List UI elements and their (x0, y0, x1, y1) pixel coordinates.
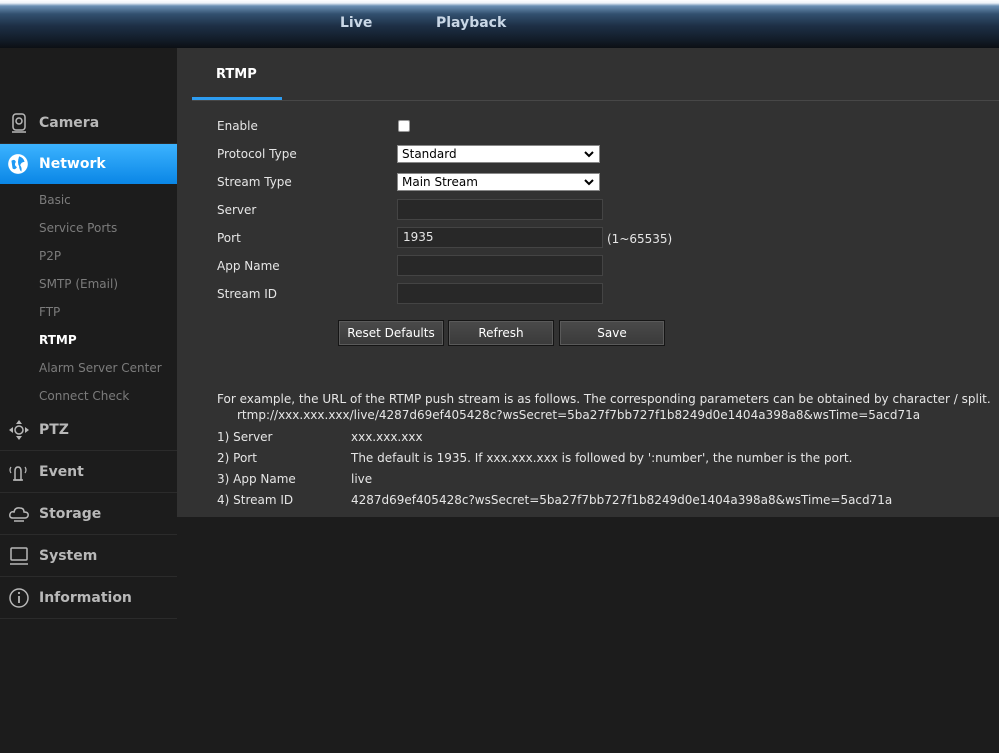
sidebar-item-event[interactable]: Event (0, 451, 177, 493)
note-key: 2) Port (217, 451, 257, 465)
reset-defaults-button[interactable]: Reset Defaults (338, 320, 444, 346)
sidebar-item-system[interactable]: System (0, 535, 177, 577)
stream-id-label: Stream ID (217, 287, 278, 301)
tab-rtmp[interactable]: RTMP (216, 67, 257, 82)
sidebar-subitem-alarm-server-center[interactable]: Alarm Server Center (39, 361, 162, 375)
sidebar-subitem-service-ports[interactable]: Service Ports (39, 221, 117, 235)
sidebar: Camera Network Basic Service Ports P2P S… (0, 48, 186, 753)
nav-playback[interactable]: Playback (436, 15, 506, 31)
protocol-type-select[interactable]: Standard (397, 145, 600, 163)
note-key: 3) App Name (217, 472, 296, 486)
sidebar-item-label: Network (39, 156, 106, 172)
protocol-type-label: Protocol Type (217, 147, 297, 161)
stream-type-value: Main Stream (402, 175, 478, 189)
note-url: rtmp://xxx.xxx.xxx/live/4287d69ef405428c… (237, 408, 921, 422)
enable-checkbox[interactable] (398, 120, 410, 132)
note-value: The default is 1935. If xxx.xxx.xxx is f… (351, 451, 853, 465)
globe-icon (8, 154, 28, 174)
sidebar-item-label: Information (39, 589, 132, 606)
chevron-down-icon (584, 151, 594, 158)
refresh-button[interactable]: Refresh (448, 320, 554, 346)
nav-live[interactable]: Live (340, 15, 372, 31)
stream-type-label: Stream Type (217, 175, 292, 189)
note-value: xxx.xxx.xxx (351, 430, 423, 444)
note-value: live (351, 472, 373, 486)
sidebar-item-information[interactable]: Information (0, 577, 177, 619)
server-label: Server (217, 203, 257, 217)
info-icon (9, 587, 29, 608)
sidebar-subitem-connect-check[interactable]: Connect Check (39, 389, 129, 403)
alarm-icon (9, 465, 27, 481)
chevron-down-icon (584, 179, 594, 186)
camera-icon (12, 112, 26, 133)
top-bar: Live Playback (0, 0, 999, 48)
app-name-label: App Name (217, 259, 280, 273)
sidebar-item-label: System (39, 547, 98, 564)
stream-type-select[interactable]: Main Stream (397, 173, 600, 191)
sidebar-item-label: PTZ (39, 421, 69, 438)
sidebar-item-ptz[interactable]: PTZ (0, 409, 177, 451)
note-value: 4287d69ef405428c?wsSecret=5ba27f7bb727f1… (351, 493, 893, 507)
ptz-icon (9, 419, 29, 440)
sidebar-subitem-basic[interactable]: Basic (39, 193, 71, 207)
sidebar-subitem-p2p[interactable]: P2P (39, 249, 61, 263)
sidebar-subitem-smtp[interactable]: SMTP (Email) (39, 277, 118, 291)
port-input[interactable]: 1935 (397, 227, 603, 248)
note-key: 4) Stream ID (217, 493, 294, 507)
sidebar-item-storage[interactable]: Storage (0, 493, 177, 535)
sidebar-item-label: Event (39, 463, 84, 480)
sidebar-item-label: Storage (39, 505, 102, 522)
sidebar-item-label: Camera (39, 114, 100, 131)
sidebar-item-network[interactable]: Network (0, 144, 186, 184)
protocol-type-value: Standard (402, 147, 457, 161)
cloud-icon (9, 506, 29, 522)
note-intro: For example, the URL of the RTMP push st… (217, 392, 991, 406)
tab-divider (192, 100, 999, 101)
content-panel: RTMP Enable Protocol Type Standard Strea… (177, 48, 999, 517)
enable-label: Enable (217, 119, 258, 133)
sidebar-subitem-ftp[interactable]: FTP (39, 305, 60, 319)
port-label: Port (217, 231, 241, 245)
note-key: 1) Server (217, 430, 273, 444)
sidebar-item-camera[interactable]: Camera (0, 102, 177, 144)
sidebar-subitem-rtmp[interactable]: RTMP (39, 333, 77, 347)
server-input[interactable] (397, 199, 603, 220)
stream-id-input[interactable] (397, 283, 603, 304)
monitor-icon (10, 546, 28, 565)
app-name-input[interactable] (397, 255, 603, 276)
save-button[interactable]: Save (559, 320, 665, 346)
port-range-hint: (1~65535) (607, 232, 673, 246)
